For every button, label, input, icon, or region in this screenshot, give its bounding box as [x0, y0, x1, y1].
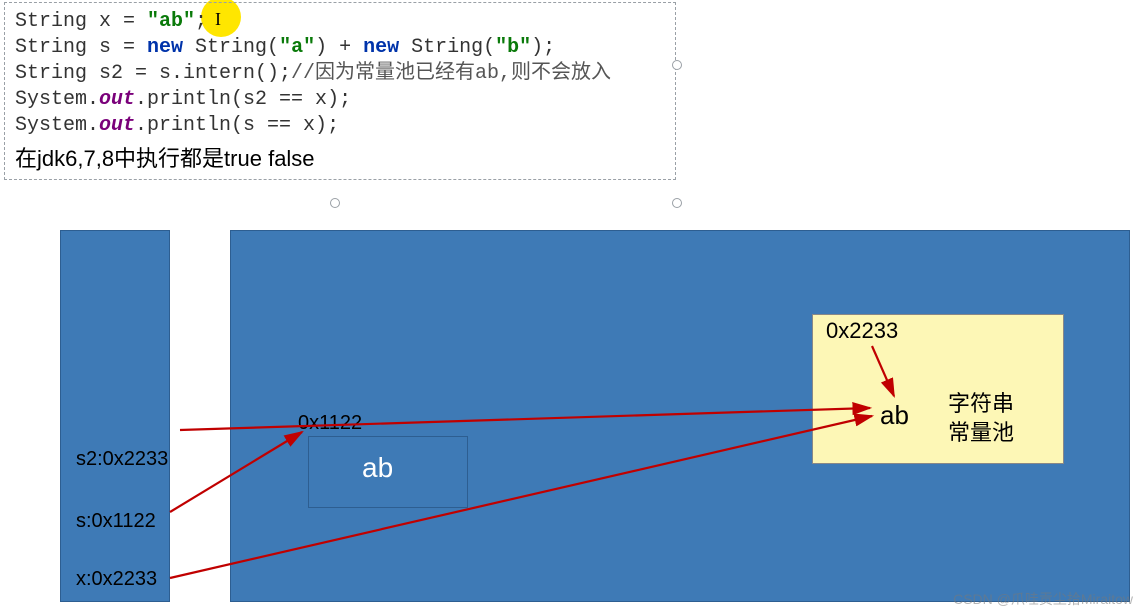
watermark: CSDN @爪哇贡尘拾Miraitow	[953, 589, 1133, 609]
stack-entry-s2: s2:0x2233	[76, 448, 168, 471]
heap-object-1122-value: ab	[362, 452, 393, 484]
pool-label: 字符串 常量池	[948, 390, 1014, 447]
code-line-5: System.out.println(s == x);	[15, 113, 665, 139]
code-line-1: String x = "ab";	[15, 9, 665, 35]
heap-object-1122-address: 0x1122	[298, 412, 362, 435]
code-line-2: String s = new String("a") + new String(…	[15, 35, 665, 61]
code-block: I String x = "ab"; String s = new String…	[4, 2, 676, 180]
code-line-4: System.out.println(s2 == x);	[15, 87, 665, 113]
resize-handle-icon[interactable]	[330, 198, 340, 208]
pool-address: 0x2233	[826, 318, 898, 344]
stack-column	[60, 230, 170, 602]
text-cursor-icon: I	[215, 9, 221, 30]
result-summary: 在jdk6,7,8中执行都是true false	[15, 141, 665, 173]
resize-handle-icon[interactable]	[672, 198, 682, 208]
resize-handle-icon[interactable]	[672, 60, 682, 70]
pool-value: ab	[880, 400, 909, 431]
stack-entry-x: x:0x2233	[76, 568, 157, 591]
stack-entry-s: s:0x1122	[76, 510, 156, 533]
code-line-3: String s2 = s.intern();//因为常量池已经有ab,则不会放…	[15, 61, 665, 87]
